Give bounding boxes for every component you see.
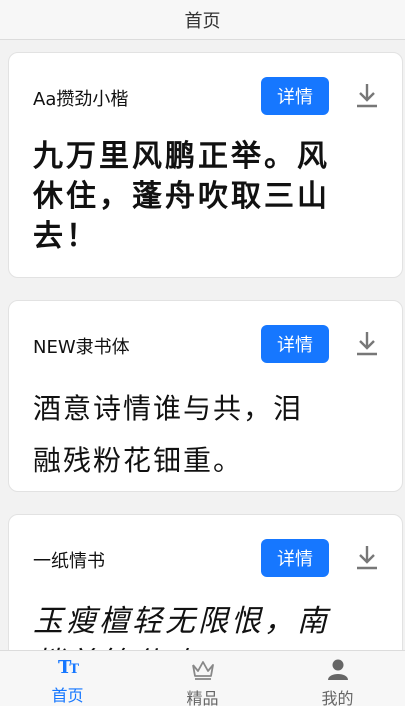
tab-label: 精品 bbox=[186, 689, 219, 706]
tab-label: 我的 bbox=[321, 689, 354, 706]
font-card[interactable]: Aa攒劲小楷 详情 九万里风鹏正举。风 休住，蓬舟吹取三山 去！ bbox=[8, 52, 403, 278]
detail-button[interactable]: 详情 bbox=[261, 325, 329, 363]
detail-button[interactable]: 详情 bbox=[261, 77, 329, 115]
tab-label: 首页 bbox=[51, 686, 84, 705]
font-card-header: Aa攒劲小楷 详情 bbox=[9, 53, 402, 133]
download-icon[interactable] bbox=[353, 328, 381, 358]
font-sample-text: 酒意诗情谁与共，泪 融残粉花钿重。 bbox=[33, 392, 304, 477]
top-nav-bar: 首页 bbox=[0, 0, 405, 40]
font-sample-text: 玉瘦檀轻无限恨，南 楼羌管休吹 bbox=[33, 604, 330, 650]
font-sample-text: 九万里风鹏正举。风 休住，蓬舟吹取三山 去！ bbox=[33, 139, 330, 254]
font-name: Aa攒劲小楷 bbox=[33, 89, 129, 110]
font-name: 一纸情书 bbox=[33, 551, 105, 572]
font-tt-icon: TT bbox=[57, 657, 79, 678]
tab-featured[interactable]: 精品 bbox=[135, 651, 270, 706]
font-card-header: NEW隶书体 详情 bbox=[9, 301, 402, 381]
font-list[interactable]: Aa攒劲小楷 详情 九万里风鹏正举。风 休住，蓬舟吹取三山 去！ NEW隶书体 … bbox=[0, 41, 405, 650]
download-icon[interactable] bbox=[353, 80, 381, 110]
tab-mine[interactable]: 我的 bbox=[270, 651, 405, 706]
font-name: NEW隶书体 bbox=[33, 337, 130, 358]
font-card-header: 一纸情书 详情 bbox=[9, 515, 402, 595]
download-icon[interactable] bbox=[353, 542, 381, 572]
tab-home[interactable]: TT 首页 bbox=[0, 651, 135, 706]
detail-button[interactable]: 详情 bbox=[261, 539, 329, 577]
user-icon bbox=[325, 657, 351, 681]
bottom-tab-bar: TT 首页 精品 我的 bbox=[0, 650, 405, 706]
crown-icon bbox=[190, 657, 216, 681]
page-title: 首页 bbox=[184, 10, 221, 32]
font-card[interactable]: NEW隶书体 详情 酒意诗情谁与共，泪 融残粉花钿重。 bbox=[8, 300, 403, 492]
font-card[interactable]: 一纸情书 详情 玉瘦檀轻无限恨，南 楼羌管休吹 bbox=[8, 514, 403, 650]
